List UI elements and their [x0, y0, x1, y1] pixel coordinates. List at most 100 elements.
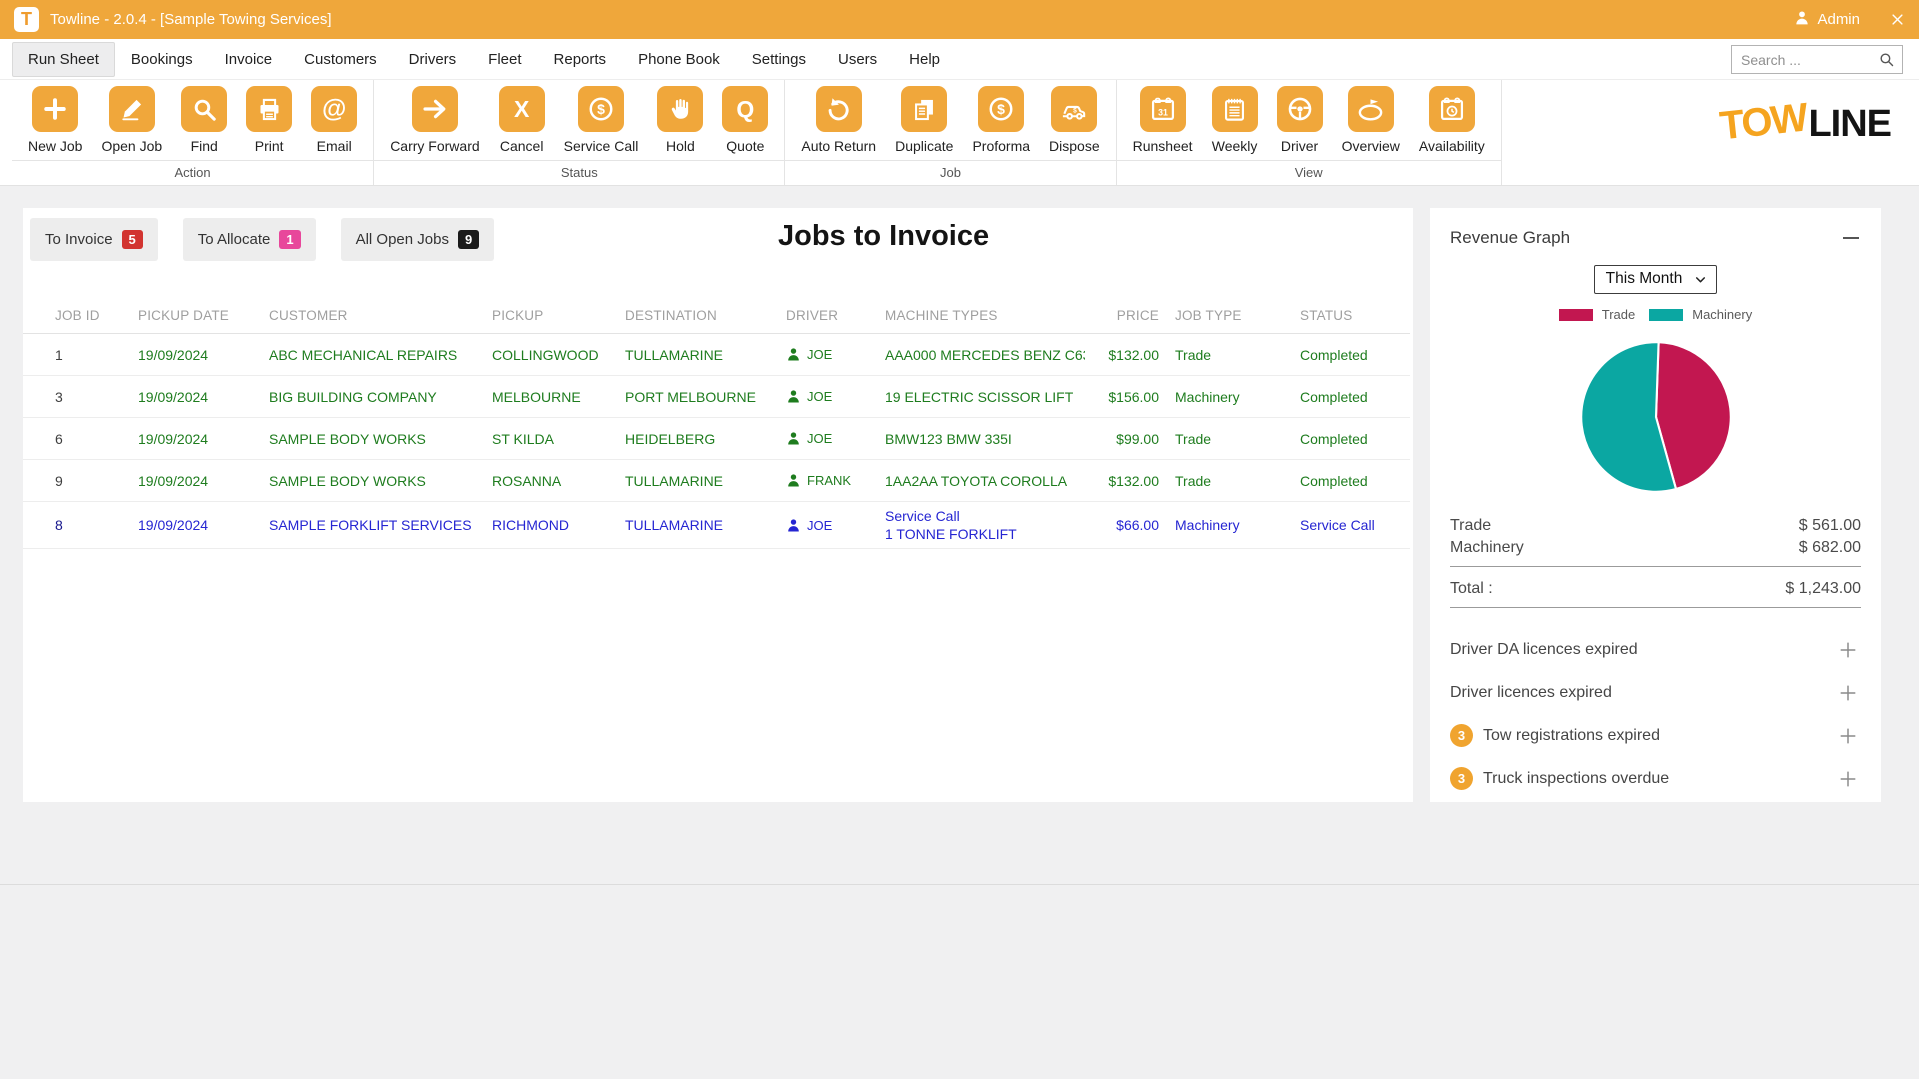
toolbar-button-label: Service Call	[564, 138, 639, 154]
period-select[interactable]: This Month	[1594, 265, 1718, 294]
menu-item-reports[interactable]: Reports	[538, 42, 623, 77]
toolbar-button-quote[interactable]: QQuote	[722, 86, 768, 155]
driver-person-icon	[786, 389, 801, 404]
cell-machine-types: 1AA2AA TOYOTA COROLLA	[885, 472, 1085, 490]
column-header-machine-types: MACHINE TYPES	[885, 308, 1085, 323]
svg-text:$: $	[597, 101, 605, 117]
jobs-table-header: JOB IDPICKUP DATECUSTOMERPICKUPDESTINATI…	[23, 298, 1410, 334]
plus-expand-icon[interactable]	[1837, 725, 1859, 747]
toolbar-button-dispose[interactable]: $Dispose	[1049, 86, 1100, 155]
toolbar-button-cancel[interactable]: XCancel	[499, 86, 545, 155]
menu-item-users[interactable]: Users	[822, 42, 893, 77]
table-row-job-8[interactable]: 819/09/2024SAMPLE FORKLIFT SERVICESRICHM…	[23, 502, 1410, 549]
jobs-panel: To Invoice5To Allocate1All Open Jobs9 Jo…	[23, 208, 1413, 802]
brand-logo-tow: TOW	[1718, 96, 1809, 150]
total-value: $ 682.00	[1799, 539, 1861, 557]
cell-customer: SAMPLE FORKLIFT SERVICES	[269, 517, 492, 533]
menu-item-fleet[interactable]: Fleet	[472, 42, 537, 77]
tab-count-badge: 9	[458, 230, 479, 249]
plus-expand-icon[interactable]	[1837, 682, 1859, 704]
toolbar-button-new-job[interactable]: New Job	[28, 86, 82, 155]
legend-swatch-machinery	[1649, 309, 1683, 321]
total-label: Machinery	[1450, 539, 1524, 557]
alert-row-driver-licences-expired[interactable]: Driver licences expired	[1450, 671, 1861, 714]
toolbar-button-weekly[interactable]: Weekly	[1212, 86, 1258, 155]
alert-row-truck-inspections-overdue[interactable]: 3Truck inspections overdue	[1450, 757, 1861, 800]
machine-type-line: AAA000 MERCEDES BENZ C63	[885, 346, 1085, 364]
total-row-trade: Trade$ 561.00	[1450, 515, 1861, 537]
toolbar-button-overview[interactable]: Overview	[1342, 86, 1400, 155]
cell-status: Completed	[1300, 347, 1410, 363]
cell-pickup: MELBOURNE	[492, 389, 625, 405]
toolbar-button-find[interactable]: Find	[181, 86, 227, 155]
menu-item-phone-book[interactable]: Phone Book	[622, 42, 736, 77]
toolbar-button-label: Email	[317, 138, 352, 154]
tab-all-open-jobs[interactable]: All Open Jobs 9	[341, 218, 495, 261]
search-icon[interactable]	[1878, 51, 1895, 68]
toolbar-button-service-call[interactable]: $ Service Call	[564, 86, 639, 155]
toolbar-button-availability[interactable]: Availability	[1419, 86, 1485, 155]
menu-item-settings[interactable]: Settings	[736, 42, 822, 77]
tab-to-allocate[interactable]: To Allocate1	[183, 218, 316, 261]
cell-destination: PORT MELBOURNE	[625, 389, 786, 405]
tab-count-badge: 1	[279, 230, 300, 249]
toolbar-button-runsheet[interactable]: 31Runsheet	[1133, 86, 1193, 155]
toolbar-button-label: Proforma	[972, 138, 1030, 154]
title-bar: T Towline - 2.0.4 - [Sample Towing Servi…	[0, 0, 1919, 39]
cell-driver: JOE	[786, 389, 885, 404]
table-row-job-6[interactable]: 619/09/2024SAMPLE BODY WORKSST KILDAHEID…	[23, 418, 1410, 460]
revenue-pie-chart	[1450, 329, 1861, 505]
toolbar-button-open-job[interactable]: Open Job	[101, 86, 162, 155]
toolbar-button-print[interactable]: Print	[246, 86, 292, 155]
pie-flag-icon	[1348, 86, 1394, 132]
cell-machine-types: AAA000 MERCEDES BENZ C63	[885, 346, 1085, 364]
cell-job-id: 1	[55, 347, 138, 363]
menu-item-drivers[interactable]: Drivers	[393, 42, 473, 77]
cell-job-id: 6	[55, 431, 138, 447]
notepad-icon	[1212, 86, 1258, 132]
collapse-icon[interactable]	[1843, 230, 1861, 246]
toolbar-button-auto-return[interactable]: Auto Return	[801, 86, 876, 155]
toolbar-button-label: Driver	[1281, 138, 1318, 154]
cell-price: $99.00	[1085, 431, 1175, 447]
menu-item-invoice[interactable]: Invoice	[209, 42, 289, 77]
user-menu[interactable]: Admin	[1794, 10, 1860, 30]
toolbar-button-duplicate[interactable]: Duplicate	[895, 86, 953, 155]
tab-to-invoice[interactable]: To Invoice5	[30, 218, 158, 261]
alert-row-driver-da-licences-expired[interactable]: Driver DA licences expired	[1450, 628, 1861, 671]
total-row-machinery: Machinery $ 682.00	[1450, 537, 1861, 559]
plus-expand-icon[interactable]	[1837, 768, 1859, 790]
close-icon[interactable]	[1890, 12, 1905, 27]
table-row-job-1[interactable]: 119/09/2024ABC MECHANICAL REPAIRSCOLLING…	[23, 334, 1410, 376]
plus-expand-icon[interactable]	[1837, 639, 1859, 661]
alert-label: Driver DA licences expired	[1450, 641, 1638, 659]
app-logo-icon: T	[14, 7, 39, 32]
menu-item-customers[interactable]: Customers	[288, 42, 393, 77]
cell-status: Completed	[1300, 473, 1410, 489]
toolbar-button-driver[interactable]: Driver	[1277, 86, 1323, 155]
cell-machine-types: BMW123 BMW 335I	[885, 430, 1085, 448]
menu-item-help[interactable]: Help	[893, 42, 956, 77]
cell-destination: TULLAMARINE	[625, 473, 786, 489]
machine-type-line: 1 TONNE FORKLIFT	[885, 525, 1085, 543]
toolbar-button-proforma[interactable]: $Proforma	[972, 86, 1030, 155]
column-header-pickup-date: PICKUP DATE	[138, 308, 269, 323]
dollar-circle-icon: $	[578, 86, 624, 132]
toolbar-button-label: New Job	[28, 138, 82, 154]
table-row-job-9[interactable]: 919/09/2024SAMPLE BODY WORKSROSANNATULLA…	[23, 460, 1410, 502]
tab-label: All Open Jobs	[356, 231, 449, 248]
toolbar-button-label: Hold	[666, 138, 695, 154]
total-value: $ 561.00	[1799, 517, 1861, 535]
search-input[interactable]	[1741, 52, 1878, 68]
cell-pickup-date: 19/09/2024	[138, 473, 269, 489]
toolbar-button-carry-forward[interactable]: Carry Forward	[390, 86, 479, 155]
toolbar-button-hold[interactable]: Hold	[657, 86, 703, 155]
menu-item-run-sheet[interactable]: Run Sheet	[12, 42, 115, 77]
cell-pickup-date: 19/09/2024	[138, 517, 269, 533]
alert-row-tow-registrations-expired[interactable]: 3Tow registrations expired	[1450, 714, 1861, 757]
toolbar-button-email[interactable]: @Email	[311, 86, 357, 155]
cell-machine-types: Service Call1 TONNE FORKLIFT	[885, 507, 1085, 543]
menu-item-bookings[interactable]: Bookings	[115, 42, 209, 77]
cell-destination: TULLAMARINE	[625, 517, 786, 533]
table-row-job-3[interactable]: 319/09/2024BIG BUILDING COMPANYMELBOURNE…	[23, 376, 1410, 418]
